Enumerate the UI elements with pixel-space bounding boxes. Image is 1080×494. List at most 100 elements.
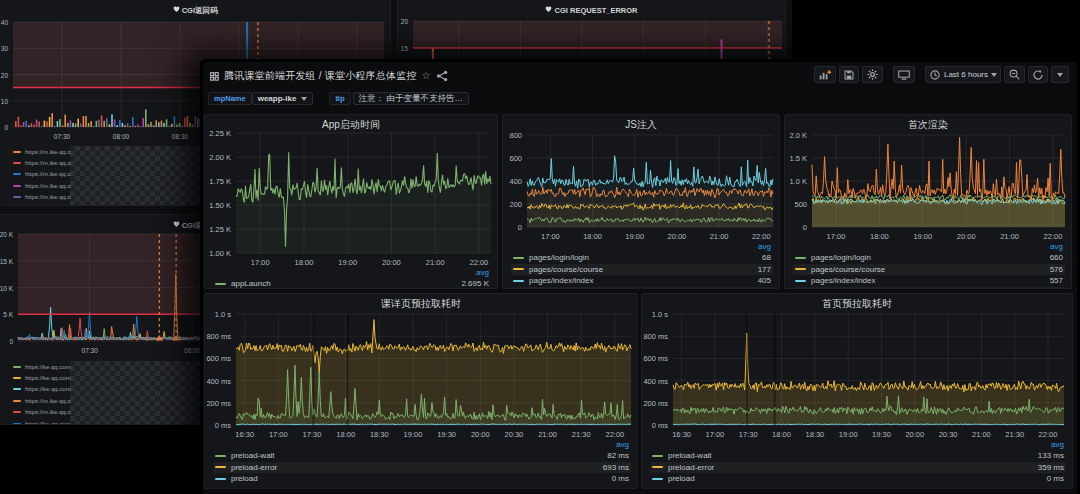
series-color-dash (13, 388, 21, 390)
star-icon[interactable]: ☆ (422, 71, 431, 81)
svg-text:0 ms: 0 ms (652, 421, 669, 430)
svg-text:07:30: 07:30 (54, 133, 71, 140)
svg-text:800 ms: 800 ms (206, 332, 231, 341)
svg-text:1.75 K: 1.75 K (209, 177, 231, 186)
legend-row[interactable]: pages/index/index557 (793, 275, 1065, 287)
dashboard-settings-button[interactable] (862, 66, 883, 83)
svg-text:15: 15 (401, 45, 409, 52)
svg-text:22:00: 22:00 (1044, 232, 1063, 241)
svg-text:22:00: 22:00 (606, 430, 625, 439)
svg-text:17:00: 17:00 (706, 430, 725, 439)
svg-text:16:30: 16:30 (672, 430, 691, 439)
svg-text:17:30: 17:30 (303, 430, 322, 439)
svg-text:600 ms: 600 ms (643, 354, 668, 363)
legend-row[interactable]: appLaunch2.695 K (213, 278, 491, 289)
tip-note: 注意： 由于变量不支持告… (353, 92, 469, 105)
panel-home-preload: 首页预拉取耗时 1.0 s800 ms600 ms400 ms200 ms0 m… (641, 293, 1073, 489)
share-icon[interactable] (436, 70, 448, 82)
svg-text:21:30: 21:30 (1005, 430, 1024, 439)
svg-text:10 K: 10 K (0, 285, 14, 292)
dashboard-variables-row: mpName weapp-ike tip 注意： 由于变量不支持告… (208, 92, 469, 105)
series-color-dash (13, 423, 21, 425)
legend-avg-header[interactable]: avg (511, 242, 773, 252)
series-color-dash (13, 151, 21, 153)
svg-text:18:00: 18:00 (583, 232, 602, 241)
legend-row[interactable]: preload-wait82 ms (213, 450, 631, 462)
svg-text:200 ms: 200 ms (643, 399, 668, 408)
legend-avg-header[interactable]: avg (213, 268, 491, 278)
svg-text:40: 40 (1, 19, 9, 26)
svg-text:20:00: 20:00 (957, 232, 976, 241)
legend-row[interactable]: preload0 ms (650, 473, 1066, 485)
legend-row[interactable]: pages/…… (793, 287, 1065, 290)
svg-text:20:00: 20:00 (905, 430, 924, 439)
legend-avg-header[interactable]: avg (213, 440, 631, 450)
svg-text:21:00: 21:00 (972, 430, 991, 439)
refresh-interval-dropdown[interactable] (1051, 66, 1069, 83)
variable-value-dropdown[interactable]: weapp-ike (252, 92, 314, 105)
refresh-button[interactable] (1028, 66, 1048, 83)
svg-text:200: 200 (509, 200, 522, 209)
svg-text:500: 500 (794, 200, 807, 209)
svg-text:08:00: 08:00 (113, 133, 130, 140)
legend-row[interactable]: preload-error693 ms (213, 462, 631, 474)
svg-text:600: 600 (509, 154, 522, 163)
save-dashboard-button[interactable] (839, 66, 859, 83)
svg-text:1.5 K: 1.5 K (789, 154, 807, 163)
legend-row[interactable]: pages/…… (511, 287, 773, 290)
legend-row[interactable]: pages/index/index405 (511, 275, 773, 287)
svg-text:18:00: 18:00 (870, 232, 889, 241)
legend-first-render: avgpages/login/login660pages/course/cour… (793, 242, 1065, 289)
legend-row[interactable]: preload0 ms (213, 473, 631, 485)
svg-text:18:00: 18:00 (336, 430, 355, 439)
svg-text:5 K: 5 K (3, 311, 13, 318)
legend-row[interactable]: pages/login/login660 (793, 252, 1065, 264)
panel-course-detail-preload: 课详页预拉取耗时 1.0 s800 ms600 ms400 ms200 ms0 … (204, 293, 638, 489)
legend-row[interactable]: pages/course/course177 (511, 264, 773, 276)
svg-text:17:30: 17:30 (739, 430, 758, 439)
legend-row[interactable]: preload-wait133 ms (650, 450, 1066, 462)
legend-row[interactable]: pages/course/course576 (793, 264, 1065, 276)
zoom-out-button[interactable] (1004, 66, 1025, 83)
svg-text:08:30: 08:30 (172, 133, 189, 140)
svg-text:0: 0 (4, 124, 8, 131)
legend-avg-header[interactable]: avg (650, 440, 1066, 450)
series-color-dash (795, 280, 806, 282)
legend-avg-header[interactable]: avg (793, 242, 1065, 252)
svg-text:20:30: 20:30 (939, 430, 958, 439)
legend-row[interactable]: pages/login/login68 (511, 252, 773, 264)
legend-course-detail-preload: avgpreload-wait82 mspreload-error693 msp… (213, 440, 631, 485)
clock-icon (930, 69, 941, 80)
svg-text:19:30: 19:30 (872, 430, 891, 439)
svg-text:18:00: 18:00 (295, 258, 314, 267)
add-panel-button[interactable] (814, 66, 836, 83)
dashboard-grid-icon (210, 72, 219, 81)
svg-text:21:00: 21:00 (538, 430, 557, 439)
svg-text:400: 400 (509, 177, 522, 186)
series-color-dash (13, 196, 21, 198)
series-color-dash (215, 455, 226, 457)
legend-row[interactable]: preload-error359 ms (650, 462, 1066, 474)
chart-app-launch[interactable]: 2.25 K2.00 K1.75 K1.50 K1.25 K1.00 K17:0… (205, 115, 497, 288)
svg-text:16:30: 16:30 (235, 430, 254, 439)
svg-text:19:30: 19:30 (437, 430, 456, 439)
svg-text:1.0 s: 1.0 s (215, 310, 232, 319)
svg-text:800: 800 (509, 131, 522, 140)
series-color-dash (513, 257, 524, 259)
svg-text:17:00: 17:00 (541, 232, 560, 241)
svg-text:30: 30 (1, 45, 9, 52)
dashboard-toolbar: Last 6 hours (814, 66, 1069, 83)
cycle-view-mode-button[interactable] (893, 66, 915, 83)
svg-text:21:00: 21:00 (1000, 232, 1019, 241)
dashboard-title[interactable]: 腾讯课堂前端开发组 / 课堂小程序总体监控 (224, 69, 417, 83)
svg-text:20:30: 20:30 (505, 430, 524, 439)
svg-text:1.25 K: 1.25 K (209, 225, 231, 234)
svg-text:0: 0 (9, 338, 13, 345)
series-color-dash (13, 173, 21, 175)
series-color-dash (513, 268, 524, 270)
series-color-dash (215, 466, 226, 468)
svg-text:19:00: 19:00 (839, 430, 858, 439)
time-range-picker[interactable]: Last 6 hours (925, 66, 1001, 83)
svg-text:21:30: 21:30 (572, 430, 591, 439)
svg-text:20 K: 20 K (0, 231, 14, 238)
